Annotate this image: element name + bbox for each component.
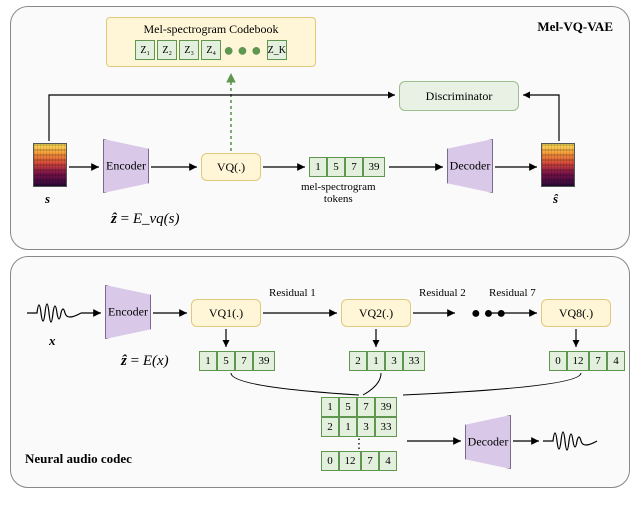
token-cell: 3 <box>385 351 403 371</box>
token-cell: 1 <box>367 351 385 371</box>
output-spectrogram <box>541 143 575 187</box>
eq-rhs: E_vq(s) <box>133 211 180 227</box>
token-cell: 5 <box>217 351 235 371</box>
tokens-vq8: 0 12 7 4 <box>549 351 625 371</box>
panel-title-bottom: Neural audio codec <box>25 451 132 467</box>
token-cell: 39 <box>375 397 397 417</box>
decoder-label: Decoder <box>448 159 492 174</box>
codebook-cell: Z_K <box>267 40 287 60</box>
input-symbol-bottom: x <box>49 333 56 349</box>
vq-block: VQ(.) <box>201 153 261 181</box>
encoder-block-bottom: Encoder <box>105 285 151 339</box>
eq-rhs-b: E(x) <box>143 353 169 369</box>
equation-bottom: ẑ = E(x) <box>121 353 169 370</box>
ellipsis-icon: ●●● <box>223 45 265 55</box>
residual7-label: Residual 7 <box>489 287 536 299</box>
ellipsis-icon: ⋮ <box>321 437 397 451</box>
token-cell: 1 <box>339 417 357 437</box>
codebook-cell: Z₂ <box>157 40 177 60</box>
encoder-label: Encoder <box>104 159 148 174</box>
token-cell: 0 <box>549 351 567 371</box>
decoder-block: Decoder <box>447 139 493 193</box>
panel-title-top: Mel-VQ-VAE <box>537 19 613 35</box>
vq-label: VQ(.) <box>217 160 245 175</box>
token-cell: 7 <box>357 397 375 417</box>
token-cell: 0 <box>321 451 339 471</box>
token-cell: 4 <box>607 351 625 371</box>
vq1-block: VQ1(.) <box>191 299 261 327</box>
token-cell: 1 <box>321 397 339 417</box>
decoder-label-bottom: Decoder <box>466 435 510 450</box>
discriminator-label: Discriminator <box>426 89 493 104</box>
token-sequence: 1 5 7 39 <box>309 157 385 177</box>
discriminator-block: Discriminator <box>399 81 519 111</box>
residual1-label: Residual 1 <box>269 287 316 299</box>
token-cell: 7 <box>361 451 379 471</box>
mel-vq-vae-panel: Mel-VQ-VAE Mel-spectrogram Codebook Z₁ Z… <box>10 6 630 250</box>
vq1-label: VQ1(.) <box>209 306 243 321</box>
tokens-vq2: 2 1 3 33 <box>349 351 425 371</box>
codebook-cell: Z₁ <box>135 40 155 60</box>
residual2-label: Residual 2 <box>419 287 466 299</box>
tokens-caption: mel-spectrogram tokens <box>301 181 376 205</box>
ellipsis-icon: ●●● <box>471 305 509 323</box>
token-cell: 12 <box>567 351 589 371</box>
token-cell: 7 <box>589 351 607 371</box>
tokens-vq1: 1 5 7 39 <box>199 351 275 371</box>
token-cell: 5 <box>327 157 345 177</box>
vq8-label: VQ8(.) <box>559 306 593 321</box>
decoder-block-bottom: Decoder <box>465 415 511 469</box>
input-symbol: s <box>45 191 50 207</box>
token-cell: 1 <box>309 157 327 177</box>
neural-codec-panel: Neural audio codec x Encoder VQ1(.) VQ2(… <box>10 256 630 488</box>
token-cell: 33 <box>375 417 397 437</box>
equation-top: ẑ = E_vq(s) <box>111 211 179 228</box>
codebook-title: Mel-spectrogram Codebook <box>113 22 309 37</box>
token-cell: 7 <box>235 351 253 371</box>
token-cell: 7 <box>345 157 363 177</box>
token-cell: 1 <box>199 351 217 371</box>
output-symbol: ŝ <box>553 191 558 207</box>
encoder-label-bottom: Encoder <box>106 305 150 320</box>
eq-eq: = <box>117 211 133 227</box>
token-stack: 1 5 7 39 2 1 3 33 ⋮ 0 12 7 4 <box>321 397 397 471</box>
output-waveform-icon <box>541 423 599 459</box>
input-waveform-icon <box>25 295 83 331</box>
token-cell: 39 <box>253 351 275 371</box>
token-cell: 39 <box>363 157 385 177</box>
token-cell: 5 <box>339 397 357 417</box>
token-cell: 4 <box>379 451 397 471</box>
eq-eq-b: = <box>127 353 143 369</box>
codebook: Mel-spectrogram Codebook Z₁ Z₂ Z₃ Z₄ ●●●… <box>106 17 316 67</box>
token-cell: 12 <box>339 451 361 471</box>
codebook-cell: Z₃ <box>179 40 199 60</box>
vq2-label: VQ2(.) <box>359 306 393 321</box>
input-spectrogram <box>33 143 67 187</box>
token-cell: 3 <box>357 417 375 437</box>
vq2-block: VQ2(.) <box>341 299 411 327</box>
token-cell: 33 <box>403 351 425 371</box>
encoder-block: Encoder <box>103 139 149 193</box>
token-cell: 2 <box>349 351 367 371</box>
vq8-block: VQ8(.) <box>541 299 611 327</box>
token-cell: 2 <box>321 417 339 437</box>
codebook-entries: Z₁ Z₂ Z₃ Z₄ ●●● Z_K <box>113 40 309 60</box>
codebook-cell: Z₄ <box>201 40 221 60</box>
top-arrows <box>11 7 631 251</box>
